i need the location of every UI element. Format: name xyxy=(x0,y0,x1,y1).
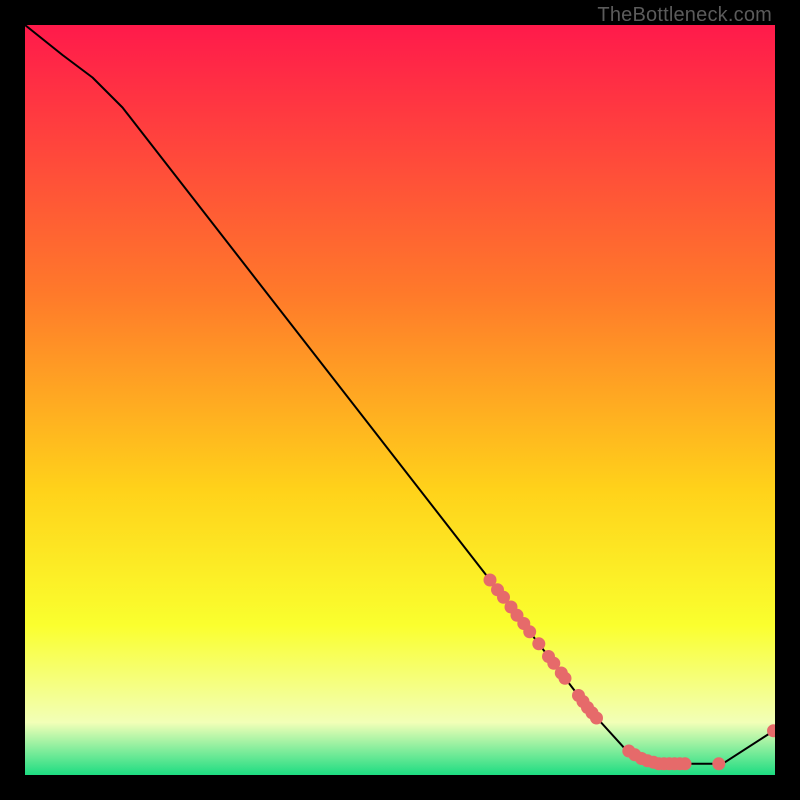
chart-svg xyxy=(25,25,775,775)
data-point xyxy=(523,625,536,638)
data-point xyxy=(532,637,545,650)
data-point xyxy=(559,672,572,685)
data-point xyxy=(590,712,603,725)
data-point xyxy=(679,757,692,770)
chart-container xyxy=(25,25,775,775)
data-point xyxy=(712,757,725,770)
watermark-text: TheBottleneck.com xyxy=(597,4,772,27)
gradient-background xyxy=(25,25,775,775)
